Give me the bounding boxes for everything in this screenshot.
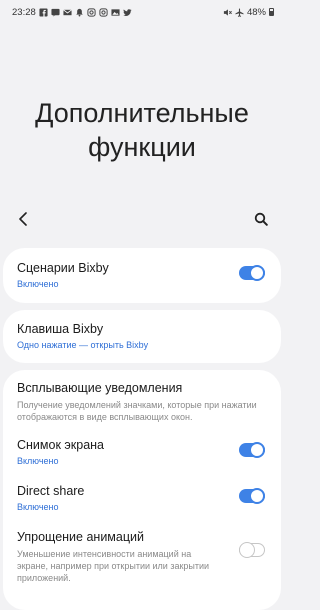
setting-title: Снимок экрана — [17, 438, 105, 452]
card-more-settings: Всплывающие уведомления Получение уведом… — [3, 370, 281, 610]
status-left: 23:28 — [12, 7, 132, 18]
search-icon — [254, 212, 268, 231]
instagram-icon — [87, 7, 96, 17]
status-right: 48% — [223, 7, 274, 18]
page-title: Дополнительные функции — [0, 96, 284, 164]
bixby-routines-toggle[interactable] — [239, 265, 265, 281]
setting-title: Direct share — [17, 484, 85, 498]
setting-status: Одно нажатие — открыть Bixby — [17, 340, 149, 350]
setting-screenshot[interactable]: Снимок экрана Включено — [3, 426, 281, 474]
notification-icon — [75, 8, 84, 17]
facebook-icon — [39, 7, 48, 17]
card-bixby-key: Клавиша Bixby Одно нажатие — открыть Bix… — [3, 310, 281, 363]
setting-status: Включено — [17, 456, 59, 466]
airplane-icon — [235, 7, 244, 17]
back-arrow-icon — [18, 211, 28, 231]
status-bar: 23:28 48% — [0, 0, 284, 24]
search-button[interactable] — [250, 210, 272, 232]
setting-description: Уменьшение интенсивности анимаций на экр… — [17, 549, 210, 583]
twitter-icon — [123, 8, 132, 17]
message-icon — [51, 8, 60, 17]
mail-icon — [62, 8, 72, 17]
page-title-line2: функции — [88, 132, 196, 162]
setting-status: Включено — [17, 502, 59, 512]
status-time: 23:28 — [12, 6, 36, 18]
setting-direct-share[interactable]: Direct share Включено — [3, 474, 281, 522]
direct-share-toggle[interactable] — [239, 488, 265, 504]
toolbar — [0, 208, 284, 234]
setting-reduce-animations[interactable]: Упрощение анимаций Уменьшение интенсивно… — [3, 522, 281, 584]
image-icon — [111, 8, 120, 17]
card-bixby-routines: Сценарии Bixby Включено — [3, 248, 281, 303]
setting-title: Клавиша Bixby — [17, 322, 104, 336]
setting-popup-notifications[interactable]: Всплывающие уведомления Получение уведом… — [3, 370, 281, 426]
setting-bixby-routines[interactable]: Сценарии Bixby Включено — [3, 248, 281, 289]
reduce-animations-toggle[interactable] — [238, 541, 265, 558]
battery-icon — [269, 8, 274, 16]
setting-title: Упрощение анимаций — [17, 530, 144, 544]
mute-icon — [223, 8, 232, 17]
back-button[interactable] — [12, 210, 34, 232]
setting-title: Сценарии Bixby — [17, 261, 109, 275]
setting-bixby-key[interactable]: Клавиша Bixby Одно нажатие — открыть Bix… — [3, 310, 281, 350]
setting-description: Получение уведомлений значками, которые … — [17, 400, 257, 422]
battery-percent: 48% — [246, 6, 266, 18]
screenshot-toggle[interactable] — [239, 442, 265, 458]
page-title-line1: Дополнительные — [35, 98, 249, 128]
instagram-icon — [99, 7, 108, 17]
setting-title: Всплывающие уведомления — [17, 381, 183, 395]
setting-status: Включено — [17, 279, 59, 289]
